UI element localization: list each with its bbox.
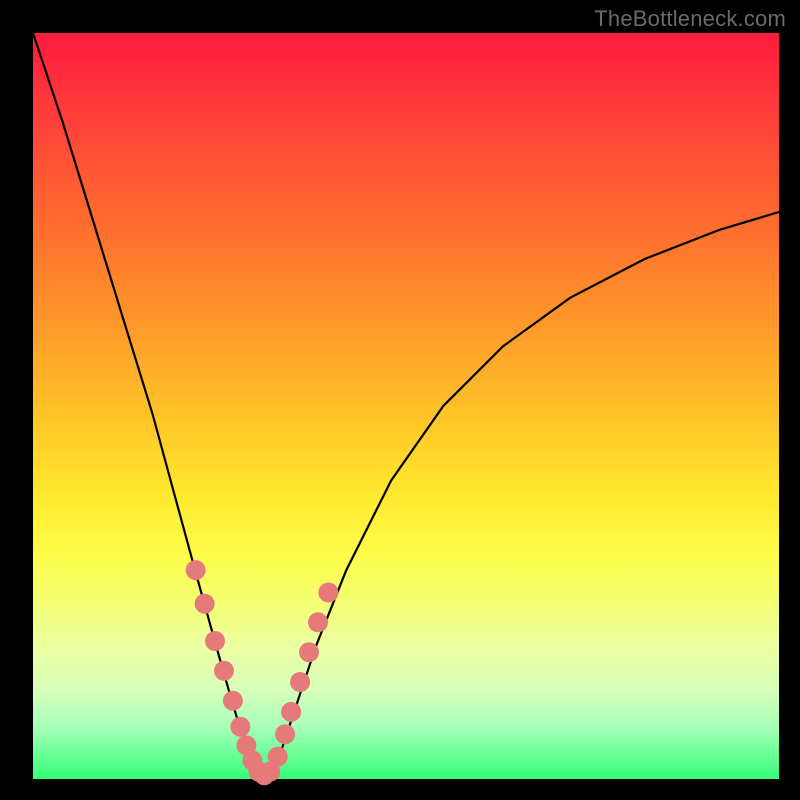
marker-dot (318, 583, 338, 603)
marker-dot (299, 642, 319, 662)
marker-dot (308, 612, 328, 632)
marker-dot (223, 691, 243, 711)
marker-dot (214, 661, 234, 681)
plot-area (33, 33, 779, 779)
outer-frame: TheBottleneck.com (0, 0, 800, 800)
marker-dot (195, 594, 215, 614)
marker-dot (230, 717, 250, 737)
marker-dot (186, 560, 206, 580)
marker-dot (205, 631, 225, 651)
marker-group (186, 560, 339, 785)
marker-dot (290, 672, 310, 692)
marker-dot (275, 724, 295, 744)
marker-dot (268, 747, 288, 767)
curve-svg (33, 33, 779, 779)
bottleneck-curve (33, 33, 779, 775)
marker-dot (281, 702, 301, 722)
watermark-text: TheBottleneck.com (594, 6, 786, 32)
